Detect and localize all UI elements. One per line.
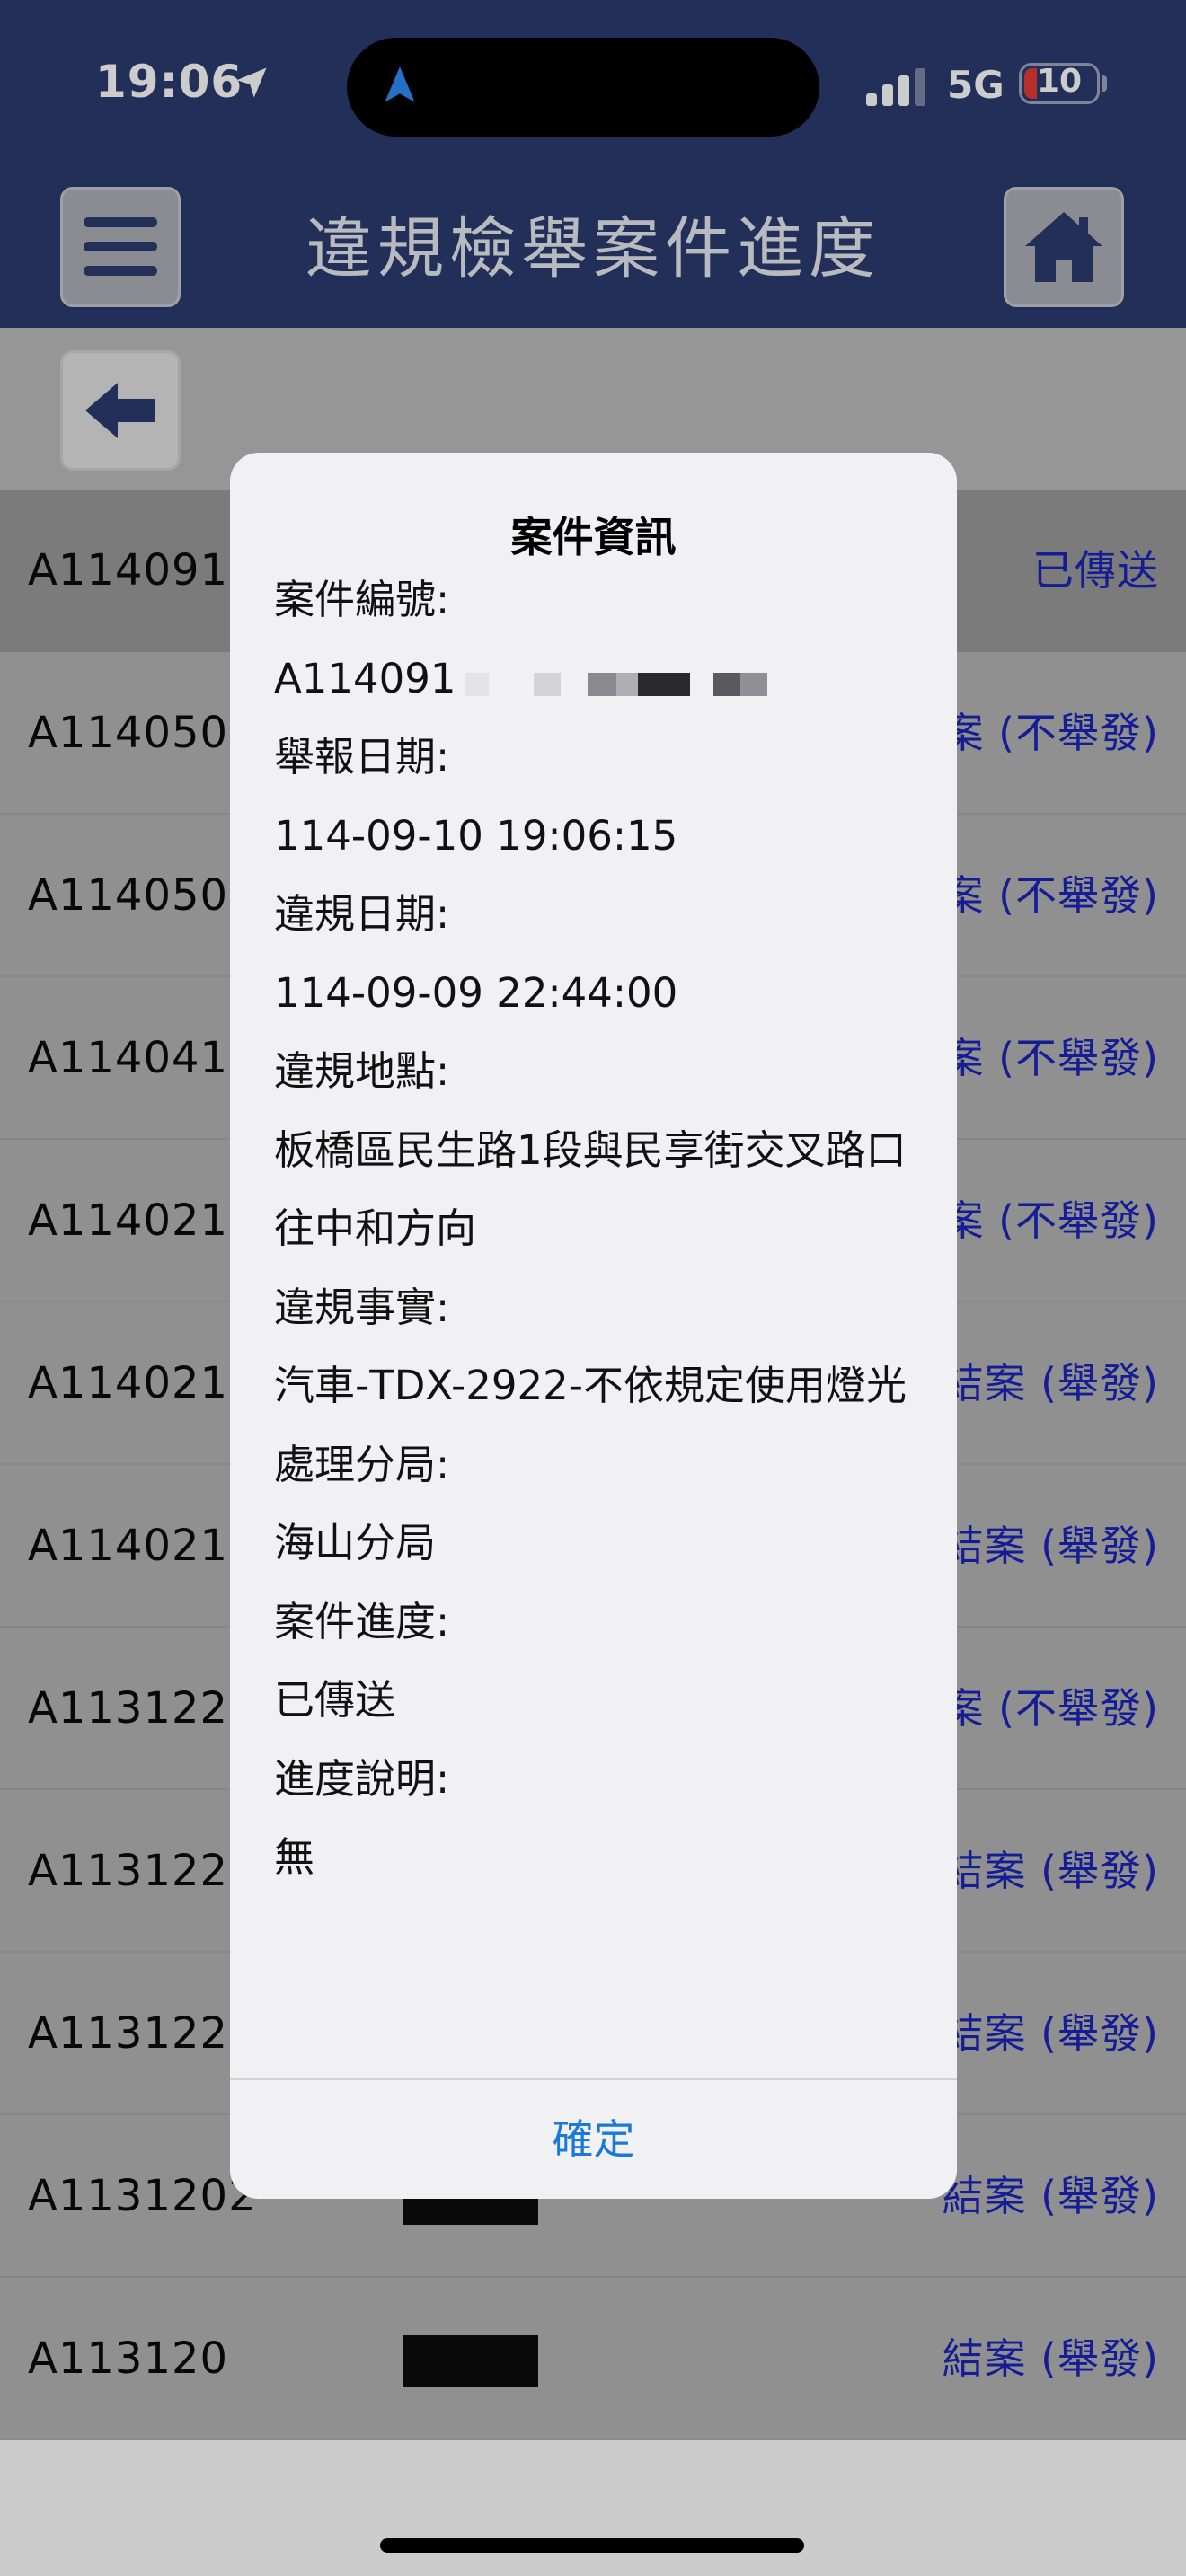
fact-label: 違規事實: (274, 1283, 450, 1331)
progress-value: 已傳送 (274, 1676, 396, 1724)
fact-value: 汽車-TDX-2922-不依規定使用燈光 (274, 1362, 907, 1409)
redacted-blocks (465, 642, 767, 721)
note-label: 進度說明: (274, 1754, 450, 1803)
case-number-row: A114091 (274, 640, 921, 719)
case-number-value: A114091 (274, 654, 456, 702)
app-screen: 19:06 5G 10 違規檢舉案件進度 A1140910 已傳送 A11405… (0, 0, 1186, 2576)
location-label: 違規地點: (274, 1047, 450, 1095)
note-value: 無 (274, 1833, 315, 1881)
branch-label: 處理分局: (274, 1440, 450, 1488)
dialog-title: 案件資訊 (510, 513, 677, 561)
violation-date-value: 114-09-09 22:44:00 (274, 968, 678, 1017)
report-date-label: 舉報日期: (274, 733, 450, 781)
location-value: 板橋區民生路1段與民享街交叉路口往中和方向 (274, 1125, 907, 1253)
branch-value: 海山分局 (274, 1519, 437, 1566)
dialog-ok-button[interactable]: 確定 (230, 2080, 957, 2199)
violation-date-label: 違規日期: (274, 890, 450, 938)
dialog-body: 案件編號: A114091 舉報日期: 114-09-10 19:06:15 違… (274, 560, 921, 1897)
progress-label: 案件進度: (274, 1597, 450, 1645)
report-date-value: 114-09-10 19:06:15 (274, 811, 678, 860)
case-info-dialog: 案件資訊 案件編號: A114091 舉報日期: 114-09-10 19:06… (230, 453, 957, 2199)
case-number-label: 案件編號: (274, 576, 450, 623)
